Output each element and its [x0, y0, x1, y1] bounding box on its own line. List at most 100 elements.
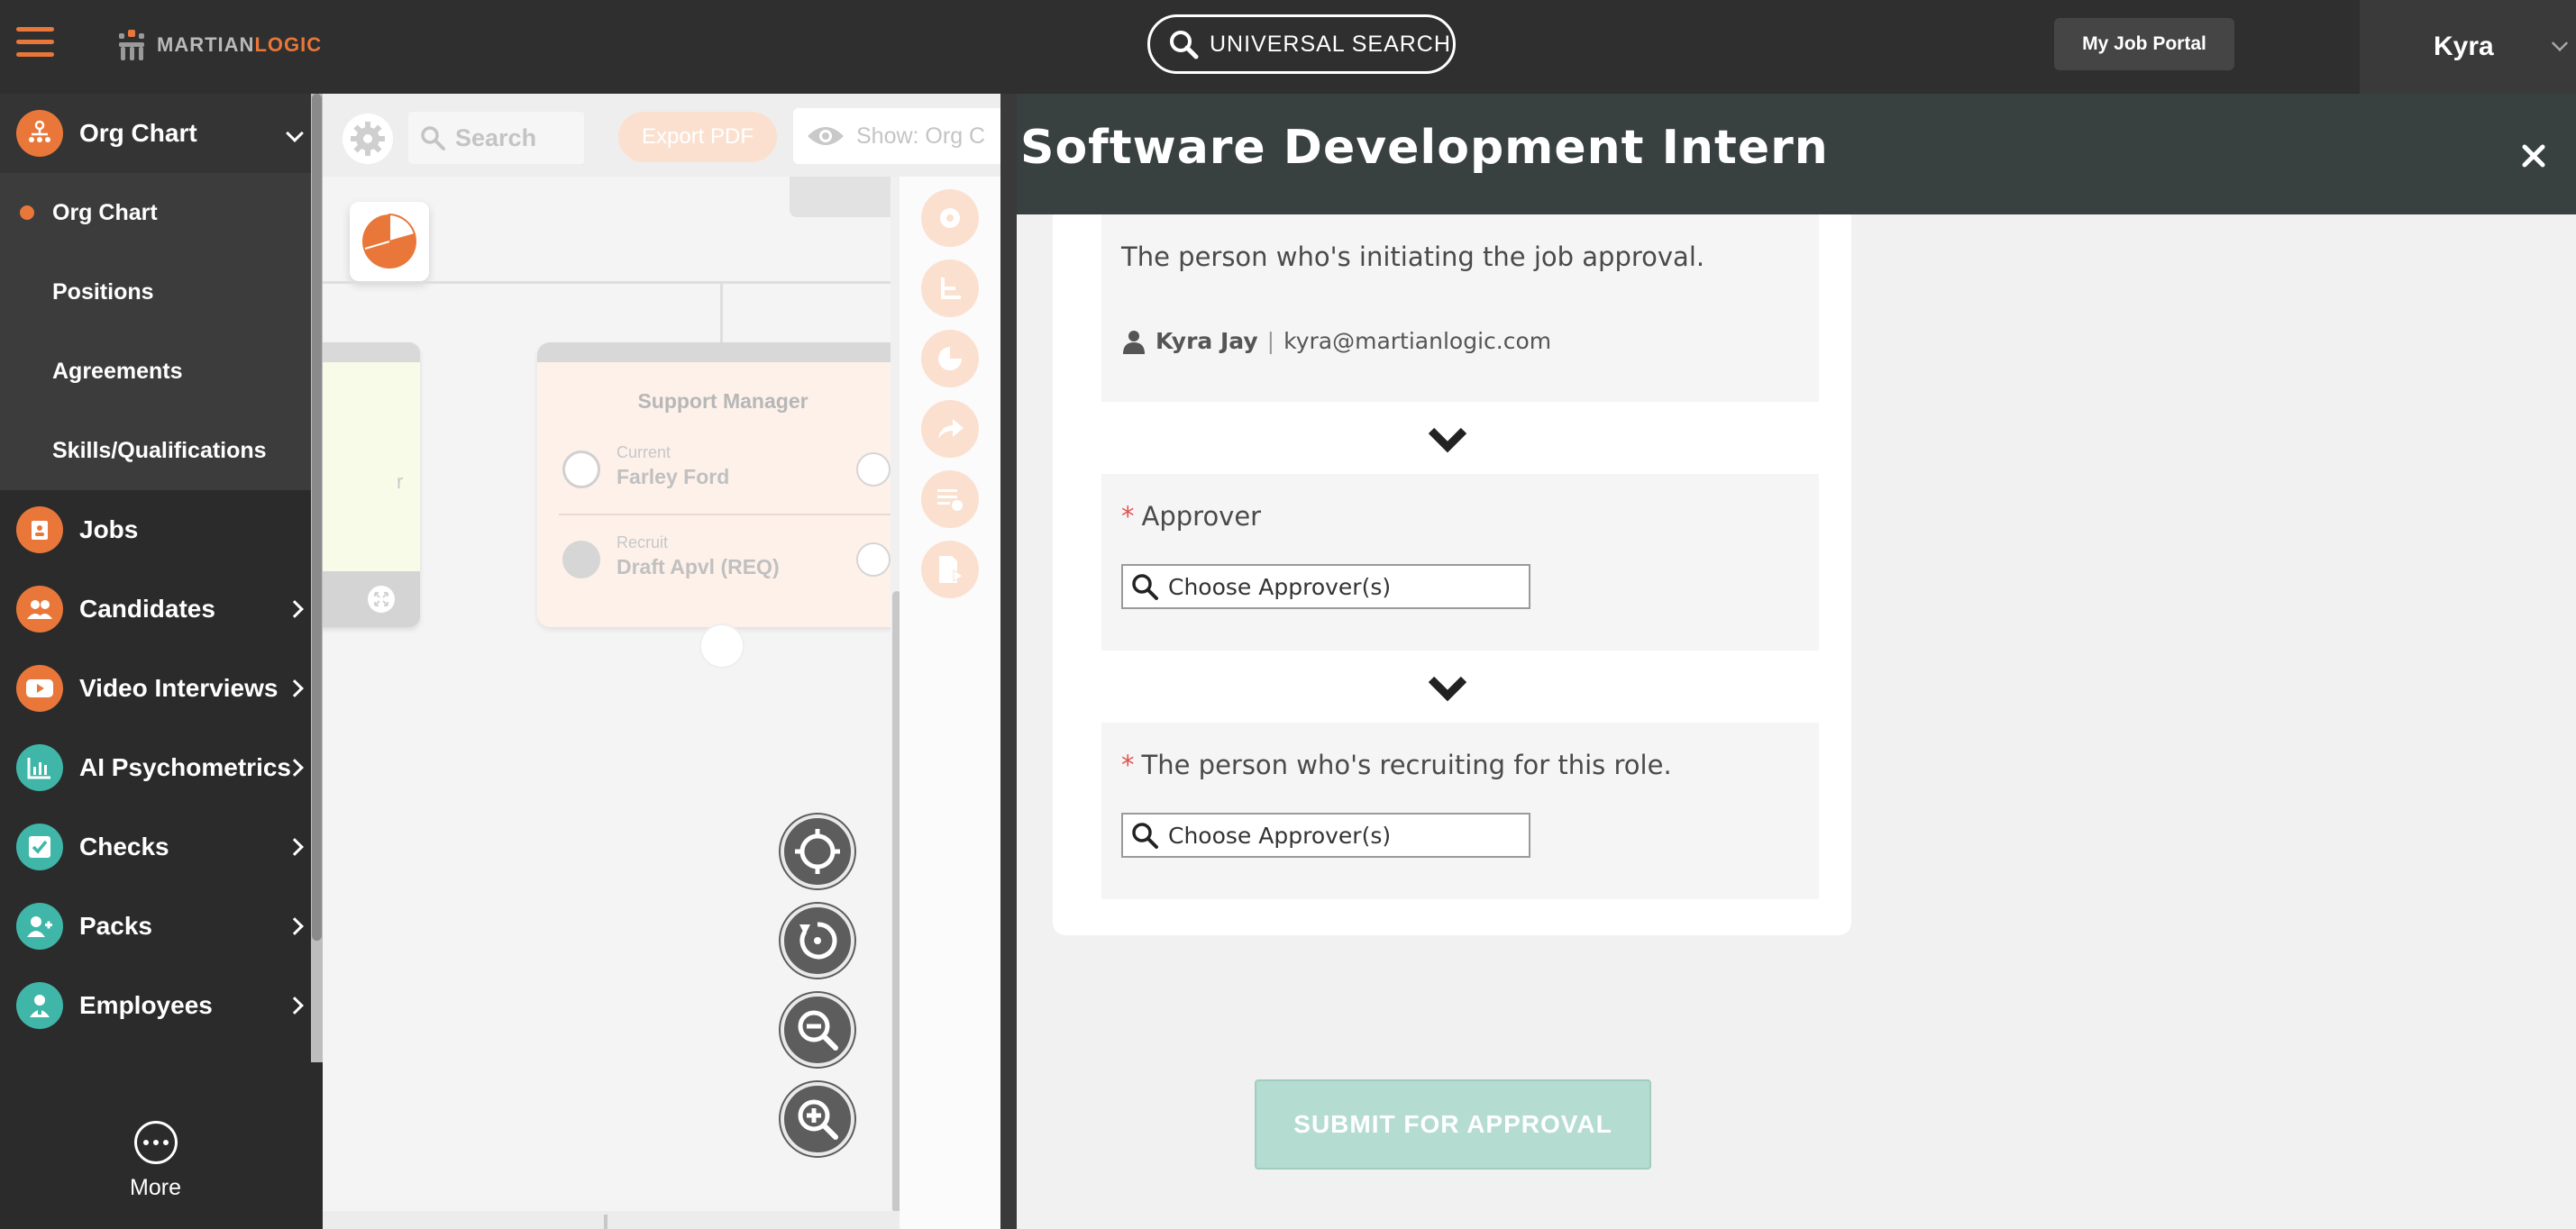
settings-tool-button[interactable] — [921, 189, 979, 247]
panel-title: Software Development Intern — [1020, 121, 1829, 175]
sidebar-item-ai-psychometrics[interactable]: AI Psychometrics — [0, 728, 311, 807]
chevron-right-icon — [286, 600, 304, 618]
logo: MARTIANLOGIC — [117, 27, 322, 63]
export-tool-button[interactable] — [921, 541, 979, 598]
approver-step: * Approver Choose Approver(s) — [1101, 474, 1819, 651]
expand-icon[interactable] — [856, 542, 891, 577]
more-button[interactable]: More — [0, 1121, 311, 1229]
pie-tool-button[interactable] — [921, 330, 979, 387]
sidebar-item-employees[interactable]: Employees — [0, 966, 311, 1045]
logo-mark-icon — [117, 30, 146, 60]
user-menu[interactable]: Kyra — [2360, 0, 2576, 94]
canvas-horizontal-scrollbar[interactable] — [323, 1211, 900, 1229]
recenter-button[interactable] — [781, 815, 854, 888]
sidebar-item-org-chart[interactable]: Org Chart — [0, 94, 311, 173]
hamburger-menu-icon[interactable] — [16, 27, 54, 59]
layout-tool-button[interactable] — [921, 259, 979, 317]
connector-line — [720, 281, 723, 342]
hierarchy-icon — [941, 278, 961, 299]
row-kind-label: Current — [617, 443, 671, 461]
current-holder-row[interactable]: Current Farley Ford — [559, 434, 891, 506]
universal-search-button[interactable]: UNIVERSAL SEARCH — [1147, 14, 1456, 74]
approval-workflow-card: The person who's initiating the job appr… — [1053, 214, 1851, 935]
sidebar: Org Chart Org Chart Positions Agreements… — [0, 94, 323, 1229]
reset-view-button[interactable] — [781, 904, 854, 978]
approver-input[interactable]: Choose Approver(s) — [1121, 564, 1530, 609]
universal-search-label: UNIVERSAL SEARCH — [1210, 31, 1451, 57]
panel-divider[interactable] — [1000, 94, 1017, 1229]
org-chart-canvas[interactable]: Search Export PDF Show: Org C r Support … — [323, 94, 1000, 1229]
chevron-right-icon — [286, 679, 304, 697]
initiator-name: Kyra Jay — [1156, 328, 1258, 354]
logo-text: MARTIANLOGIC — [157, 33, 323, 56]
zoom-out-icon — [798, 1010, 838, 1051]
checks-icon — [16, 824, 63, 870]
sidebar-item-label: Checks — [79, 833, 169, 860]
submit-for-approval-button[interactable]: SUBMIT FOR APPROVAL — [1255, 1079, 1651, 1170]
initiator-separator: | — [1266, 328, 1275, 354]
settings-button[interactable] — [343, 114, 393, 164]
sidebar-item-label: Video Interviews — [79, 674, 279, 702]
export-pdf-button[interactable]: Export PDF — [618, 112, 777, 162]
submenu-item-org-chart[interactable]: Org Chart — [0, 173, 311, 252]
expand-icon[interactable] — [856, 452, 891, 487]
show-dropdown[interactable]: Show: Org C — [793, 108, 1000, 164]
zoom-in-button[interactable] — [781, 1082, 854, 1156]
required-asterisk: * — [1121, 750, 1135, 780]
scrollbar-thumb[interactable] — [604, 1215, 607, 1229]
video-icon — [16, 665, 63, 712]
top-bar: MARTIANLOGIC UNIVERSAL SEARCH My Job Por… — [0, 0, 2576, 94]
sidebar-item-jobs[interactable]: Jobs — [0, 490, 311, 569]
list-tool-button[interactable] — [921, 470, 979, 528]
sidebar-item-video-interviews[interactable]: Video Interviews — [0, 649, 311, 728]
recruit-row[interactable]: Recruit Draft Apvl (REQ) — [559, 524, 891, 596]
position-title: Support Manager — [637, 389, 808, 413]
position-card-partial[interactable]: r — [323, 342, 420, 627]
canvas-search-placeholder: Search — [455, 123, 537, 151]
chart-toggle-button[interactable] — [350, 202, 429, 281]
sidebar-scrollbar[interactable] — [311, 94, 323, 1062]
chevron-down-icon — [2551, 34, 2569, 52]
chevron-down-icon — [1428, 676, 1467, 702]
recruiter-label: * The person who's recruiting for this ro… — [1121, 750, 1672, 780]
parent-position-card[interactable] — [790, 177, 898, 217]
approver-placeholder: Choose Approver(s) — [1168, 573, 1392, 600]
search-icon — [1170, 31, 1199, 59]
sidebar-item-checks[interactable]: Checks — [0, 807, 311, 887]
close-panel-button[interactable] — [2513, 135, 2554, 177]
expand-icon[interactable] — [366, 584, 397, 614]
submenu-item-agreements[interactable]: Agreements — [0, 332, 311, 411]
eye-icon — [808, 127, 844, 145]
recruiter-label-text: The person who's recruiting for this rol… — [1141, 750, 1672, 780]
canvas-search-input[interactable]: Search — [408, 112, 584, 164]
sidebar-item-candidates[interactable]: Candidates — [0, 569, 311, 649]
scrollbar-thumb[interactable] — [312, 94, 322, 941]
search-icon — [421, 126, 445, 150]
my-job-portal-button[interactable]: My Job Portal — [2054, 18, 2234, 70]
collapse-chevron-up-icon[interactable] — [699, 624, 744, 669]
recruiter-step: * The person who's recruiting for this ro… — [1101, 723, 1819, 899]
position-card-support-manager[interactable]: Support Manager Current Farley Ford Recr… — [537, 342, 916, 669]
crosshair-icon — [795, 829, 840, 874]
card-divider — [559, 514, 901, 515]
submenu-item-skills-qualifications[interactable]: Skills/Qualifications — [0, 411, 311, 490]
initiator-email: kyra@martianlogic.com — [1283, 328, 1552, 354]
initiator-question: The person who's initiating the job appr… — [1121, 241, 1705, 272]
share-tool-button[interactable] — [921, 400, 979, 458]
required-asterisk: * — [1121, 501, 1135, 532]
submenu-item-label: Positions — [52, 278, 154, 305]
submenu-item-positions[interactable]: Positions — [0, 252, 311, 332]
sidebar-item-label: Packs — [79, 912, 152, 940]
chevron-down-icon — [286, 124, 304, 142]
connector-line — [323, 281, 900, 284]
user-avatar-icon — [562, 451, 600, 488]
chevron-right-icon — [286, 917, 304, 935]
sidebar-nav: Org Chart Org Chart Positions Agreements… — [0, 94, 311, 1062]
recruiter-input[interactable]: Choose Approver(s) — [1121, 813, 1530, 858]
zoom-out-button[interactable] — [781, 993, 854, 1067]
sidebar-item-label: Jobs — [79, 515, 139, 543]
sidebar-item-packs[interactable]: Packs — [0, 887, 311, 966]
gear-icon — [940, 208, 960, 228]
pie-chart-icon — [362, 213, 416, 269]
sidebar-item-label: Employees — [79, 991, 213, 1019]
